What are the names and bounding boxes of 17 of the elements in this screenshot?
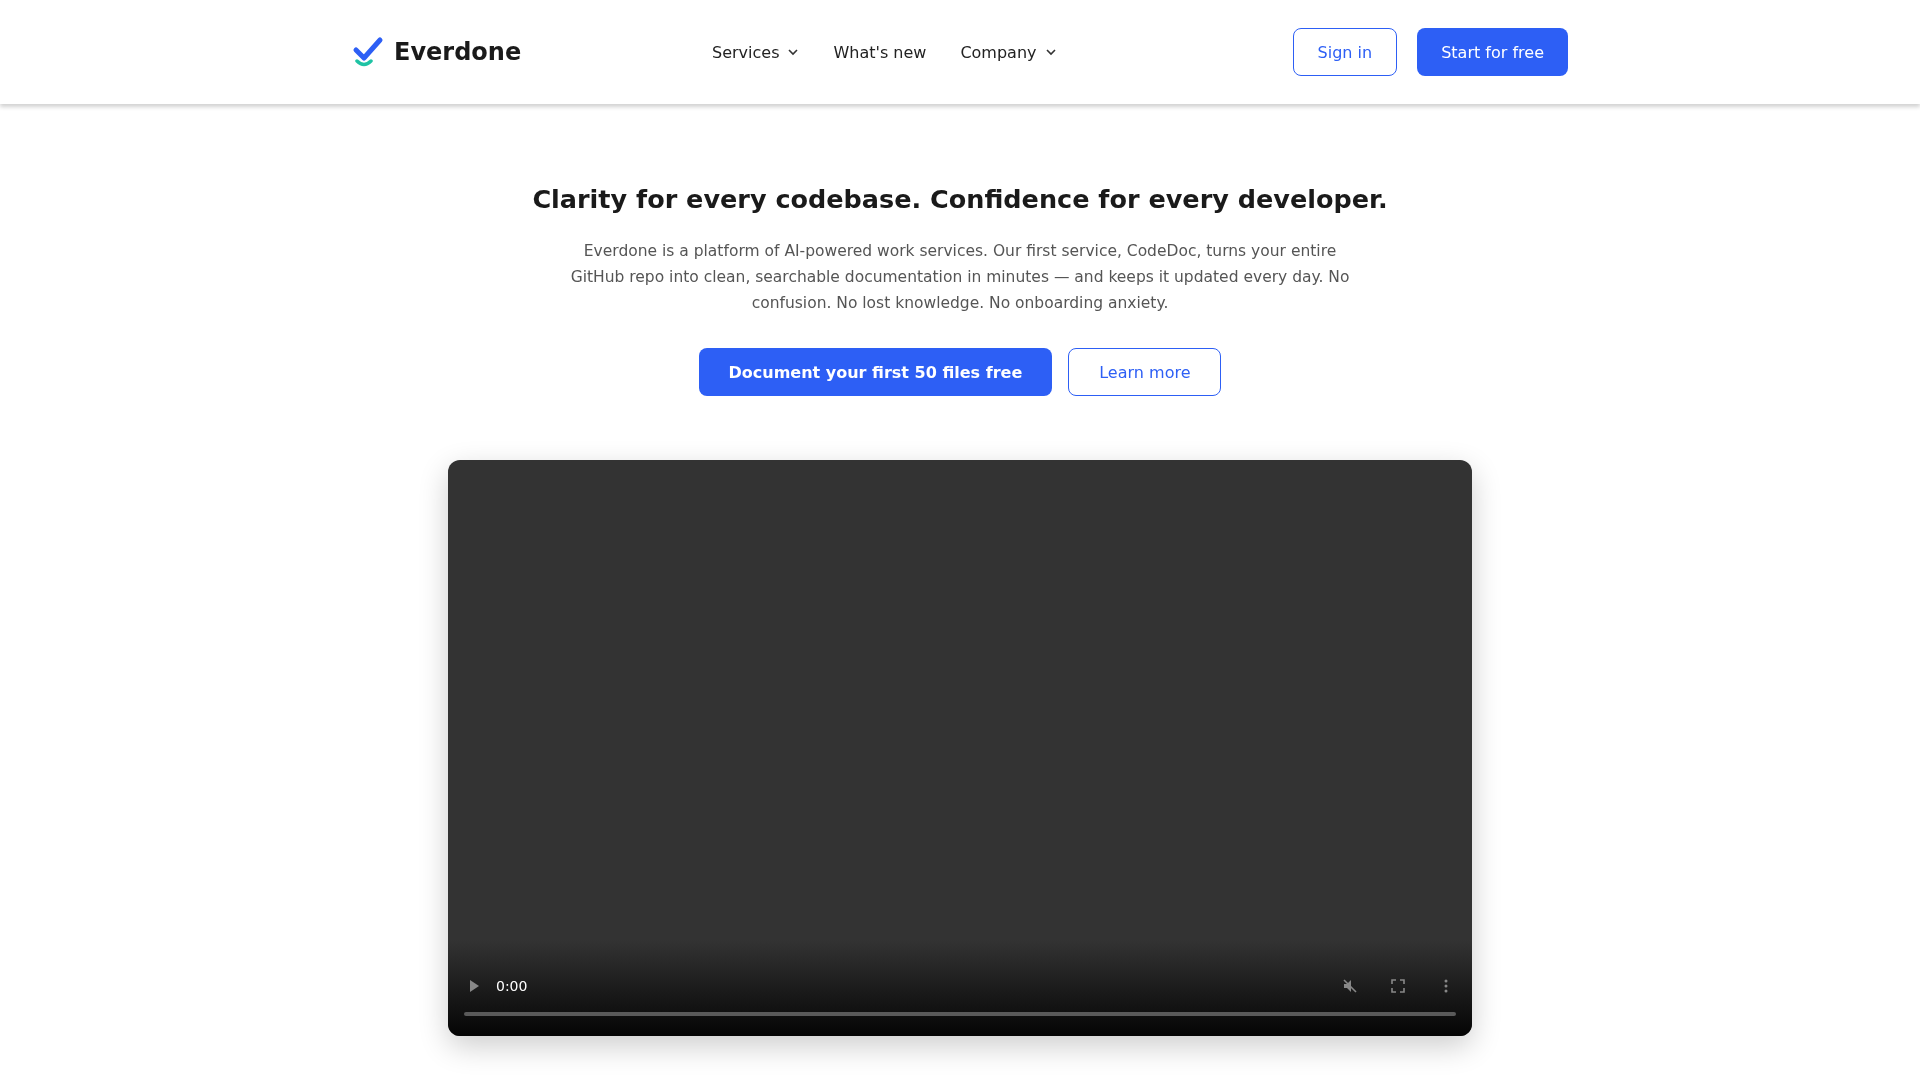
caret-icon xyxy=(1044,46,1057,58)
sign-in-button[interactable]: Sign in xyxy=(1292,28,1398,76)
hero-description: Everdone is a platform of AI-powered work services. Our first service, CodeDoc, turns your entire GitHub repo into clean, searchable documentation in minutes — and keeps it updated every day. No confusion. No lost knowledge. No onboarding anxiety. xyxy=(569,241,1351,314)
nav-link[interactable]: Company xyxy=(960,42,1057,62)
fullscreen-icon[interactable] xyxy=(1390,978,1406,994)
hero-title: Clarity for every codebase. Confidence for every developer. xyxy=(532,184,1388,214)
logo-icon xyxy=(352,36,384,68)
primary-button[interactable]: Document your first 50 files free xyxy=(698,348,1053,396)
video-time: 0:00 xyxy=(496,978,529,994)
caret-icon xyxy=(787,46,800,58)
nav-link[interactable]: What's new xyxy=(833,42,927,62)
nav-link[interactable]: Services xyxy=(712,42,800,62)
learn-more-button[interactable]: Learn more xyxy=(1068,348,1222,396)
muted-icon[interactable] xyxy=(1342,978,1358,994)
start-button[interactable]: Start for free xyxy=(1417,28,1568,76)
video-player[interactable]: 0:00 xyxy=(448,460,1472,1036)
logo-text[interactable]: Everdone xyxy=(394,38,522,66)
